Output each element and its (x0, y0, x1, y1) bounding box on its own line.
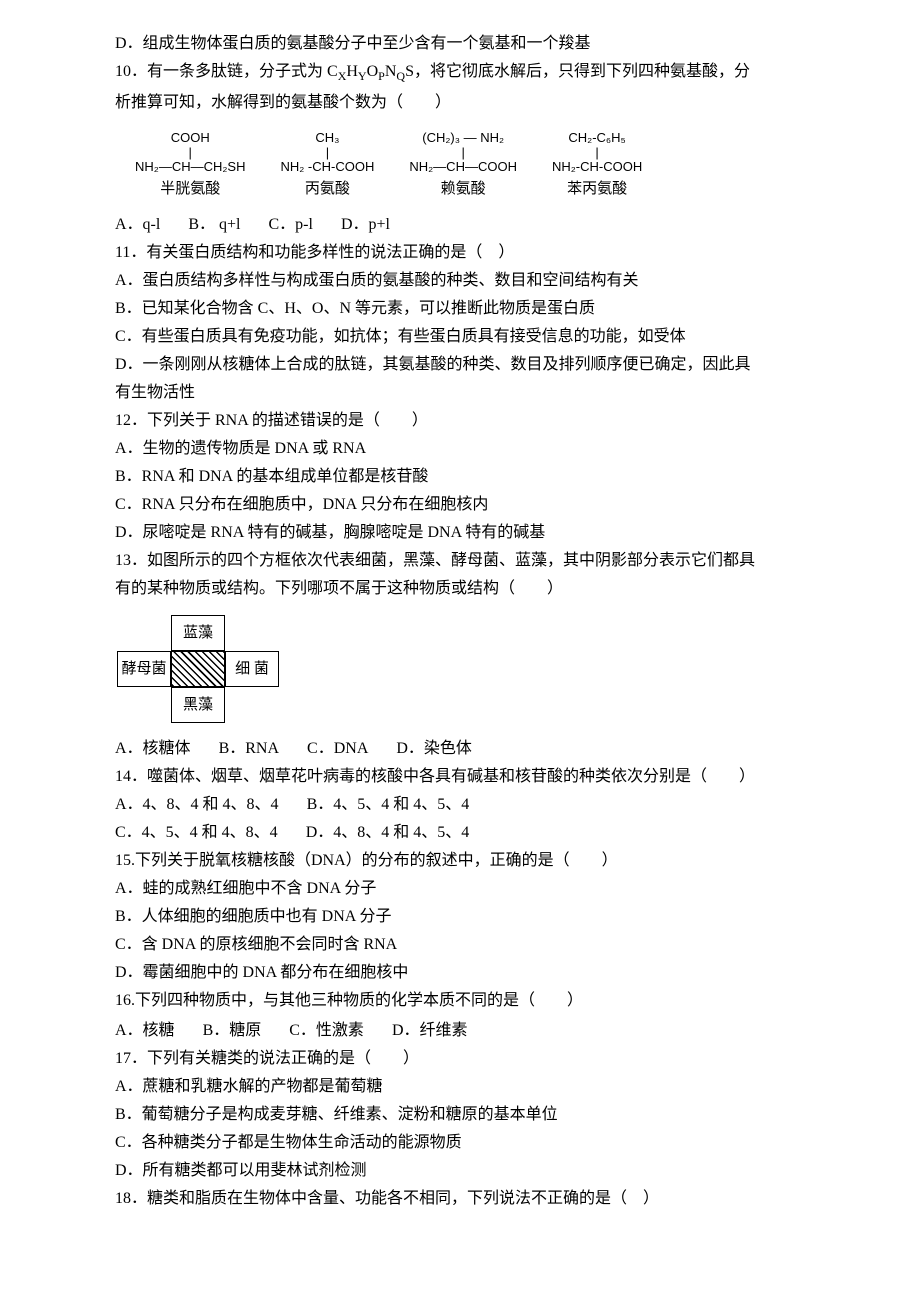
q17-c: C．各种糖类分子都是生物体生命活动的能源物质 (115, 1129, 820, 1157)
c2-l3: NH₂ -CH-COOH (280, 158, 374, 176)
q14-c: C．4、5、4 和 4、8、4 (115, 819, 278, 847)
q10-options: A．q-l B． q+l C．p-l D．p+l (115, 211, 820, 239)
q13-c: C．DNA (307, 735, 368, 763)
q10-d: D．p+l (341, 211, 390, 239)
q15-a: A．蛙的成熟红细胞中不含 DNA 分子 (115, 875, 820, 903)
q12-c: C．RNA 只分布在细胞质中，DNA 只分布在细胞核内 (115, 491, 820, 519)
q13-stem2: 有的某种物质或结构。下列哪项不属于这种物质或结构（ ） (115, 575, 820, 603)
c3-name: 赖氨酸 (409, 179, 517, 199)
grid-top: 蓝藻 (171, 615, 225, 651)
grid-empty (117, 615, 171, 651)
q11-a: A．蛋白质结构多样性与构成蛋白质的氨基酸的种类、数目和空间结构有关 (115, 267, 820, 295)
compound-alanine: CH₃ | NH₂ -CH-COOH 丙氨酸 (280, 129, 374, 199)
q10-stem-line2: 析推算可知，水解得到的氨基酸个数为（ ） (115, 89, 820, 117)
q17-b: B．葡萄糖分子是构成麦芽糖、纤维素、淀粉和糖原的基本单位 (115, 1101, 820, 1129)
q13-a: A．核糖体 (115, 735, 191, 763)
q11-b: B．已知某化合物含 C、H、O、N 等元素，可以推断此物质是蛋白质 (115, 295, 820, 323)
q13-stem1: 13．如图所示的四个方框依次代表细菌，黑藻、酵母菌、蓝藻，其中阴影部分表示它们都… (115, 547, 820, 575)
grid-empty (225, 615, 279, 651)
q16-d: D．纤维素 (392, 1017, 468, 1045)
q10-stem-part1: 10．有一条多肽链，分子式为 C (115, 63, 338, 80)
q11-d1: D．一条刚刚从核糖体上合成的肽链，其氨基酸的种类、数目及排列顺序便已确定，因此具 (115, 351, 820, 379)
q10-b: B． q+l (188, 211, 240, 239)
c2-name: 丙氨酸 (280, 179, 374, 199)
q17-a: A．蔗糖和乳糖水解的产物都是葡萄糖 (115, 1073, 820, 1101)
fN: N (385, 63, 397, 80)
c3-l2: | (409, 147, 517, 159)
grid-empty (117, 687, 171, 723)
compound-cysteine: COOH | NH₂—CH—CH₂SH 半胱氨酸 (135, 129, 245, 199)
q16-a: A．核糖 (115, 1017, 175, 1045)
fS: S (405, 63, 414, 80)
q14-row1: A．4、8、4 和 4、8、4 B．4、5、4 和 4、5、4 (115, 791, 820, 819)
grid-center-shaded (171, 651, 225, 687)
q15-stem: 15.下列关于脱氧核糖核酸（DNA）的分布的叙述中，正确的是（ ） (115, 847, 820, 875)
q11-d2: 有生物活性 (115, 379, 820, 407)
c4-l3: NH₂-CH-COOH (552, 158, 642, 176)
q10-a: A．q-l (115, 211, 160, 239)
q17-stem: 17．下列有关糖类的说法正确的是（ ） (115, 1045, 820, 1073)
q10-c: C．p-l (269, 211, 313, 239)
q11-c: C．有些蛋白质具有免疫功能，如抗体；有些蛋白质具有接受信息的功能，如受体 (115, 323, 820, 351)
grid-right: 细 菌 (225, 651, 279, 687)
q10-stem-part2: ，将它彻底水解后，只得到下列四种氨基酸，分 (414, 63, 750, 80)
q16-stem: 16.下列四种物质中，与其他三种物质的化学本质不同的是（ ） (115, 987, 820, 1015)
q17-d: D．所有糖类都可以用斐林试剂检测 (115, 1157, 820, 1185)
q18-stem: 18．糖类和脂质在生物体中含量、功能各不相同，下列说法不正确的是（ ） (115, 1185, 820, 1213)
compound-phenylalanine: CH₂-C₆H₅ | NH₂-CH-COOH 苯丙氨酸 (552, 129, 642, 199)
fO: O (367, 63, 379, 80)
q14-stem: 14．噬菌体、烟草、烟草花叶病毒的核酸中各具有碱基和核苷酸的种类依次分别是（ ） (115, 763, 820, 791)
c3-l3: NH₂—CH—COOH (409, 158, 517, 176)
q14-b: B．4、5、4 和 4、5、4 (307, 791, 470, 819)
q12-a: A．生物的遗传物质是 DNA 或 RNA (115, 435, 820, 463)
sub-y: Y (358, 69, 367, 83)
q12-stem: 12．下列关于 RNA 的描述错误的是（ ） (115, 407, 820, 435)
c1-l2: | (135, 147, 245, 159)
q9-option-d: D．组成生物体蛋白质的氨基酸分子中至少含有一个氨基和一个羧基 (115, 30, 820, 58)
q14-a: A．4、8、4 和 4、8、4 (115, 791, 279, 819)
c1-l3: NH₂—CH—CH₂SH (135, 158, 245, 176)
q15-b: B．人体细胞的细胞质中也有 DNA 分子 (115, 903, 820, 931)
c2-l2: | (280, 147, 374, 159)
venn-grid-diagram: 蓝藻 酵母菌 细 菌 黑藻 (117, 615, 820, 723)
compound-lysine: (CH₂)₃ — NH₂ | NH₂—CH—COOH 赖氨酸 (409, 129, 517, 199)
q14-d: D．4、8、4 和 4、5、4 (306, 819, 470, 847)
q12-d: D．尿嘧啶是 RNA 特有的碱基，胸腺嘧啶是 DNA 特有的碱基 (115, 519, 820, 547)
q13-d: D．染色体 (396, 735, 472, 763)
q16-b: B．糖原 (203, 1017, 262, 1045)
c1-name: 半胱氨酸 (135, 179, 245, 199)
amino-acid-formulas: COOH | NH₂—CH—CH₂SH 半胱氨酸 CH₃ | NH₂ -CH-C… (135, 129, 820, 199)
c4-l2: | (552, 147, 642, 159)
q16-c: C．性激素 (289, 1017, 364, 1045)
q13-options: A．核糖体 B．RNA C．DNA D．染色体 (115, 735, 820, 763)
q12-b: B．RNA 和 DNA 的基本组成单位都是核苷酸 (115, 463, 820, 491)
q16-options: A．核糖 B．糖原 C．性激素 D．纤维素 (115, 1017, 820, 1045)
grid-left: 酵母菌 (117, 651, 171, 687)
q13-b: B．RNA (219, 735, 279, 763)
q10-stem: 10．有一条多肽链，分子式为 CXHYOPNQS，将它彻底水解后，只得到下列四种… (115, 58, 820, 87)
c4-name: 苯丙氨酸 (552, 179, 642, 199)
sub-q: Q (396, 69, 405, 83)
grid-empty (225, 687, 279, 723)
q15-c: C．含 DNA 的原核细胞不会同时含 RNA (115, 931, 820, 959)
q15-d: D．霉菌细胞中的 DNA 都分布在细胞核中 (115, 959, 820, 987)
grid-bottom: 黑藻 (171, 687, 225, 723)
fH: H (346, 63, 358, 80)
q11-stem: 11．有关蛋白质结构和功能多样性的说法正确的是（ ） (115, 239, 820, 267)
sub-p: P (378, 69, 385, 83)
q14-row2: C．4、5、4 和 4、8、4 D．4、8、4 和 4、5、4 (115, 819, 820, 847)
